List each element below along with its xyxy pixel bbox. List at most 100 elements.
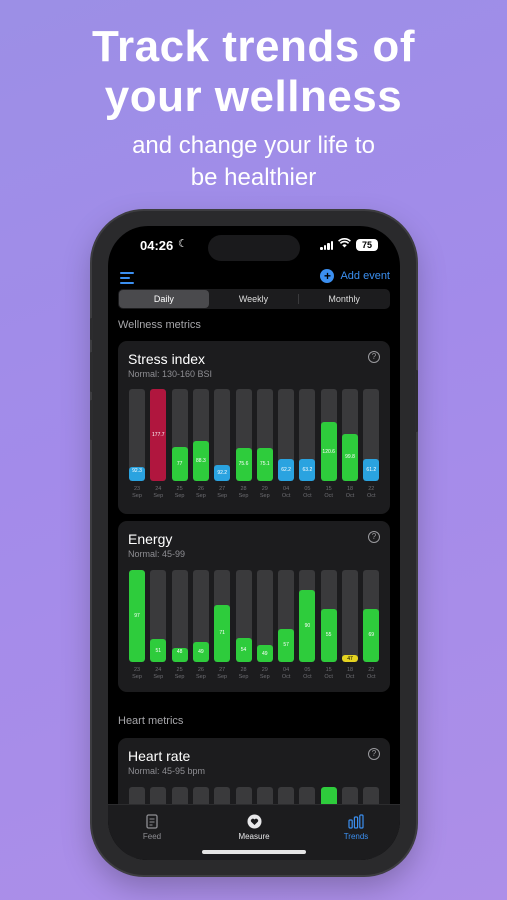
cellular-signal-icon (320, 240, 333, 250)
bar-track[interactable]: 57 (278, 570, 295, 662)
home-indicator (202, 850, 306, 854)
bar-value-label: 75.1 (259, 461, 270, 468)
bar-value-label: 69 (368, 632, 375, 639)
section-title-wellness: Wellness metrics (118, 319, 201, 331)
bar-value-label: 99.8 (345, 454, 355, 461)
promo-headline: Track trends of your wellness (0, 22, 507, 122)
bar-value-label: 71 (219, 630, 225, 637)
plus-circle-icon: + (320, 269, 335, 283)
bar-value-label: 90 (304, 623, 311, 630)
phone-volume-up (90, 352, 93, 392)
period-segmented-control: Daily Weekly Monthly (118, 289, 390, 309)
menu-icon[interactable] (120, 272, 134, 284)
date-tick-label: 04 Oct (281, 667, 291, 680)
date-tick-label: 28 Sep (238, 667, 249, 680)
bar-value-label: 75.6 (238, 461, 249, 468)
bottom-tab-bar: Feed Measure Trends (108, 804, 400, 860)
date-tick-label: 25 Sep (174, 486, 185, 499)
date-tick-label: 28 Sep (238, 486, 249, 499)
bar-track[interactable]: 90 (299, 570, 316, 662)
bar-value-label: 77 (176, 460, 183, 467)
bar-track[interactable]: 49 (256, 570, 273, 662)
add-event-label: Add event (340, 270, 390, 282)
bar-track[interactable]: 47 (342, 570, 358, 662)
tab-measure-label: Measure (238, 832, 270, 841)
bar-value-label: 63.2 (302, 466, 313, 473)
segment-monthly[interactable]: Monthly (299, 290, 389, 308)
bar-track[interactable]: 55 (320, 570, 337, 662)
tab-feed[interactable]: Feed (117, 814, 187, 841)
bar-chart-icon (321, 814, 391, 829)
phone-power-button (415, 370, 418, 432)
date-tick-label: 25 Sep (174, 667, 185, 680)
bar-value-label: 49 (262, 650, 268, 657)
bar-value-label: 177.7 (152, 432, 165, 438)
bar-track[interactable]: 120.6 (320, 389, 337, 481)
subline-line-2: be healthier (190, 164, 317, 191)
promo-subline: and change your life to be healthier (0, 130, 507, 194)
tab-measure[interactable]: Measure (219, 814, 289, 841)
bar-track[interactable]: 49 (192, 570, 209, 662)
bar-track[interactable]: 62.2 (278, 389, 295, 481)
tab-trends[interactable]: Trends (321, 814, 391, 841)
tab-feed-label: Feed (142, 832, 162, 841)
segment-weekly[interactable]: Weekly (209, 290, 299, 308)
feed-icon (117, 814, 187, 829)
phone-volume-down (90, 400, 93, 440)
bar-value-label: 54 (240, 647, 247, 654)
energy-card[interactable]: Energy Normal: 45-99 ? 97 23 Sep 51 24 Sep 48 2… (118, 521, 390, 692)
bar-track[interactable]: 92.2 (214, 389, 231, 481)
bar-value-label: 97 (134, 613, 140, 619)
bar-value-label: 49 (198, 648, 204, 655)
bar-value-label: 55 (325, 632, 332, 639)
bar-track[interactable]: 97 (129, 570, 145, 662)
date-tick-label: 22 Oct (367, 486, 376, 499)
date-tick-label: 15 Oct (324, 667, 333, 680)
headline-line-2: your wellness (104, 72, 403, 121)
energy-bar-chart: 97 23 Sep 51 24 Sep 48 25 Sep 49 26 Sep 71 27 Sep 54 28 S… (118, 521, 390, 692)
status-icons: 75 (320, 238, 378, 251)
bar-track[interactable]: 71 (214, 570, 231, 662)
stress-bar-chart: 92.3 23 Sep 177.7 24 Sep 77 25 Sep 88.3 26 Sep 92.2 2… (118, 341, 390, 514)
bar-track[interactable]: 61.2 (363, 389, 380, 481)
phone-action-button (90, 318, 93, 340)
bar-track[interactable]: 99.8 (342, 389, 358, 481)
bar-value-label: 48 (176, 649, 183, 656)
date-tick-label: 15 Oct (324, 486, 333, 499)
subline-line-1: and change your life to (132, 132, 375, 159)
bar-track[interactable]: 92.3 (129, 389, 145, 481)
bar-track[interactable]: 69 (363, 570, 380, 662)
date-tick-label: 24 Sep (153, 486, 164, 499)
bar-track[interactable]: 177.7 (150, 389, 167, 481)
bar-track[interactable]: 77 (171, 389, 188, 481)
bar-track[interactable]: 75.1 (256, 389, 273, 481)
bar-value-label: 62.2 (281, 466, 291, 473)
headline-line-1: Track trends of (92, 22, 415, 71)
bar-value-label: 92.2 (217, 469, 228, 476)
date-tick-label: 26 Sep (195, 486, 206, 499)
stress-index-card[interactable]: Stress index Normal: 130-160 BSI ? 92.3 2… (118, 341, 390, 514)
bar-value-label: 51 (155, 647, 162, 654)
bar-value-label: 61.2 (366, 466, 377, 473)
bar-track[interactable]: 63.2 (299, 389, 316, 481)
date-tick-label: 04 Oct (281, 486, 291, 499)
segment-daily[interactable]: Daily (119, 290, 209, 308)
status-time: 04:26 (140, 238, 174, 253)
date-tick-label: 05 Oct (303, 486, 312, 499)
date-tick-label: 23 Sep (132, 667, 142, 680)
tab-trends-label: Trends (343, 832, 369, 841)
bar-track[interactable]: 54 (235, 570, 252, 662)
date-tick-label: 18 Oct (345, 667, 355, 680)
add-event-button[interactable]: + Add event (320, 269, 390, 283)
date-tick-label: 27 Sep (217, 486, 228, 499)
bar-track[interactable]: 88.3 (192, 389, 209, 481)
bar-track[interactable]: 75.6 (235, 389, 252, 481)
date-tick-label: 24 Sep (153, 667, 164, 680)
wifi-icon (338, 238, 351, 251)
date-tick-label: 05 Oct (303, 667, 312, 680)
bar-value-label: 57 (283, 642, 289, 649)
bar-track[interactable]: 51 (150, 570, 167, 662)
section-title-heart: Heart metrics (118, 715, 184, 727)
date-tick-label: 29 Sep (259, 667, 270, 680)
bar-track[interactable]: 48 (171, 570, 188, 662)
